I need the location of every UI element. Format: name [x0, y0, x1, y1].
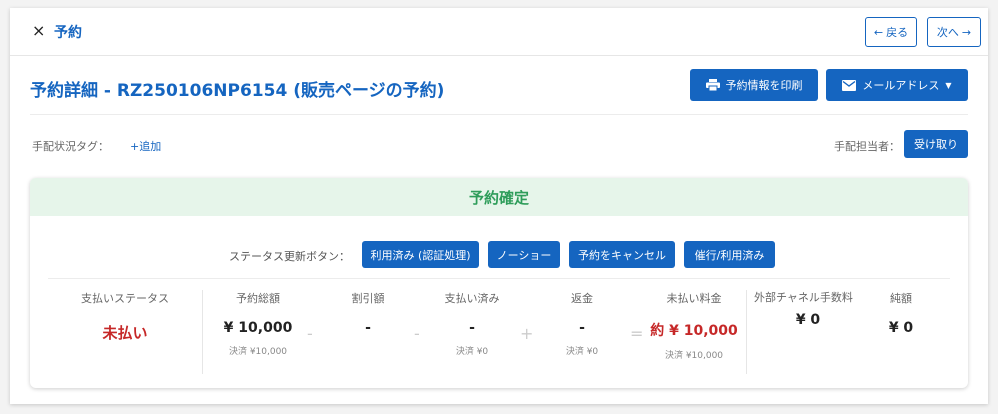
reservation-panel: × 予約 ← 戻る 次へ → 予約詳細 - RZ250106NP6154 (販売…: [10, 8, 988, 404]
cancel-reservation-button[interactable]: 予約をキャンセル: [569, 241, 675, 268]
no-show-button[interactable]: ノーショー: [488, 241, 560, 268]
page-title: 予約詳細 - RZ250106NP6154 (販売ページの予約): [30, 81, 445, 101]
equals-operator: =: [630, 324, 644, 343]
email-label: メールアドレス: [862, 79, 940, 92]
channel-fee-value: ¥ 0: [795, 312, 821, 328]
status-banner: 予約確定: [30, 178, 968, 216]
assignee-label: 手配担当者：: [834, 140, 900, 153]
channel-fee-column: 外部チャネル手数料 ¥ 0: [754, 290, 862, 328]
paid-column: 支払い済み - 決済 ¥0: [432, 290, 512, 357]
paid-sub: 決済 ¥0: [455, 347, 489, 357]
channel-fee-label: 外部チャネル手数料: [754, 291, 853, 304]
column-separator: [746, 290, 747, 374]
total-sub: 決済 ¥10,000: [228, 347, 288, 357]
unpaid-column: 未払い料金 約 ¥ 10,000 決済 ¥10,000: [644, 290, 744, 361]
net-column: 純額 ¥ 0: [866, 290, 936, 336]
paid-label: 支払い済み: [444, 292, 500, 305]
payment-status-value: 未払い: [102, 324, 148, 342]
used-auth-button[interactable]: 利用済み (認証処理): [362, 241, 479, 268]
caret-down-icon: ▼: [945, 80, 952, 90]
status-buttons-label: ステータス更新ボタン：: [229, 250, 350, 263]
total-label: 予約総額: [236, 292, 280, 305]
next-label: 次へ: [936, 26, 959, 39]
email-button[interactable]: メールアドレス ▼: [826, 69, 968, 101]
mail-icon: [842, 79, 857, 91]
divider: [48, 278, 950, 279]
print-label: 予約情報を印刷: [725, 79, 803, 92]
unpaid-value: 約 ¥ 10,000: [650, 323, 738, 339]
net-value: ¥ 0: [888, 320, 914, 336]
plus-operator: +: [520, 324, 534, 343]
discount-column: 割引額 -: [328, 290, 408, 336]
minus-operator: -: [414, 324, 420, 343]
operated-used-button[interactable]: 催行/利用済み: [684, 241, 775, 268]
arrow-left-icon: ←: [873, 25, 884, 39]
unpaid-label: 未払い料金: [666, 292, 722, 305]
paid-value: -: [469, 320, 475, 336]
payment-status-label: 支払いステータス: [81, 292, 169, 305]
divider: [30, 114, 968, 115]
tag-label: 手配状況タグ：: [32, 140, 109, 153]
total-column: 予約総額 ¥ 10,000 決済 ¥10,000: [218, 290, 298, 357]
receive-button[interactable]: 受け取り: [904, 130, 968, 158]
next-button[interactable]: 次へ →: [927, 17, 981, 47]
print-button[interactable]: 予約情報を印刷: [690, 69, 818, 101]
panel-header: × 予約 ← 戻る 次へ →: [10, 8, 988, 56]
printer-icon: [705, 79, 720, 91]
arrow-right-icon: →: [961, 25, 972, 39]
refund-column: 返金 - 決済 ¥0: [542, 290, 622, 357]
refund-value: -: [579, 320, 585, 336]
refund-label: 返金: [571, 292, 593, 305]
refund-sub: 決済 ¥0: [565, 347, 599, 357]
back-label: 戻る: [886, 26, 909, 39]
unpaid-sub: 決済 ¥10,000: [664, 351, 724, 361]
discount-value: -: [365, 320, 371, 336]
minus-operator: -: [307, 324, 313, 343]
close-icon[interactable]: ×: [32, 21, 45, 40]
add-tag-link[interactable]: +追加: [130, 138, 161, 154]
discount-label: 割引額: [351, 292, 385, 305]
column-separator: [202, 290, 203, 374]
reservation-card: 予約確定 ステータス更新ボタン： 利用済み (認証処理) ノーショー 予約をキャ…: [30, 178, 968, 388]
total-value: ¥ 10,000: [223, 320, 293, 336]
payment-status-column: 支払いステータス 未払い: [60, 290, 190, 343]
net-label: 純額: [890, 292, 912, 305]
back-button[interactable]: ← 戻る: [865, 17, 917, 47]
header-title: 予約: [54, 25, 82, 41]
